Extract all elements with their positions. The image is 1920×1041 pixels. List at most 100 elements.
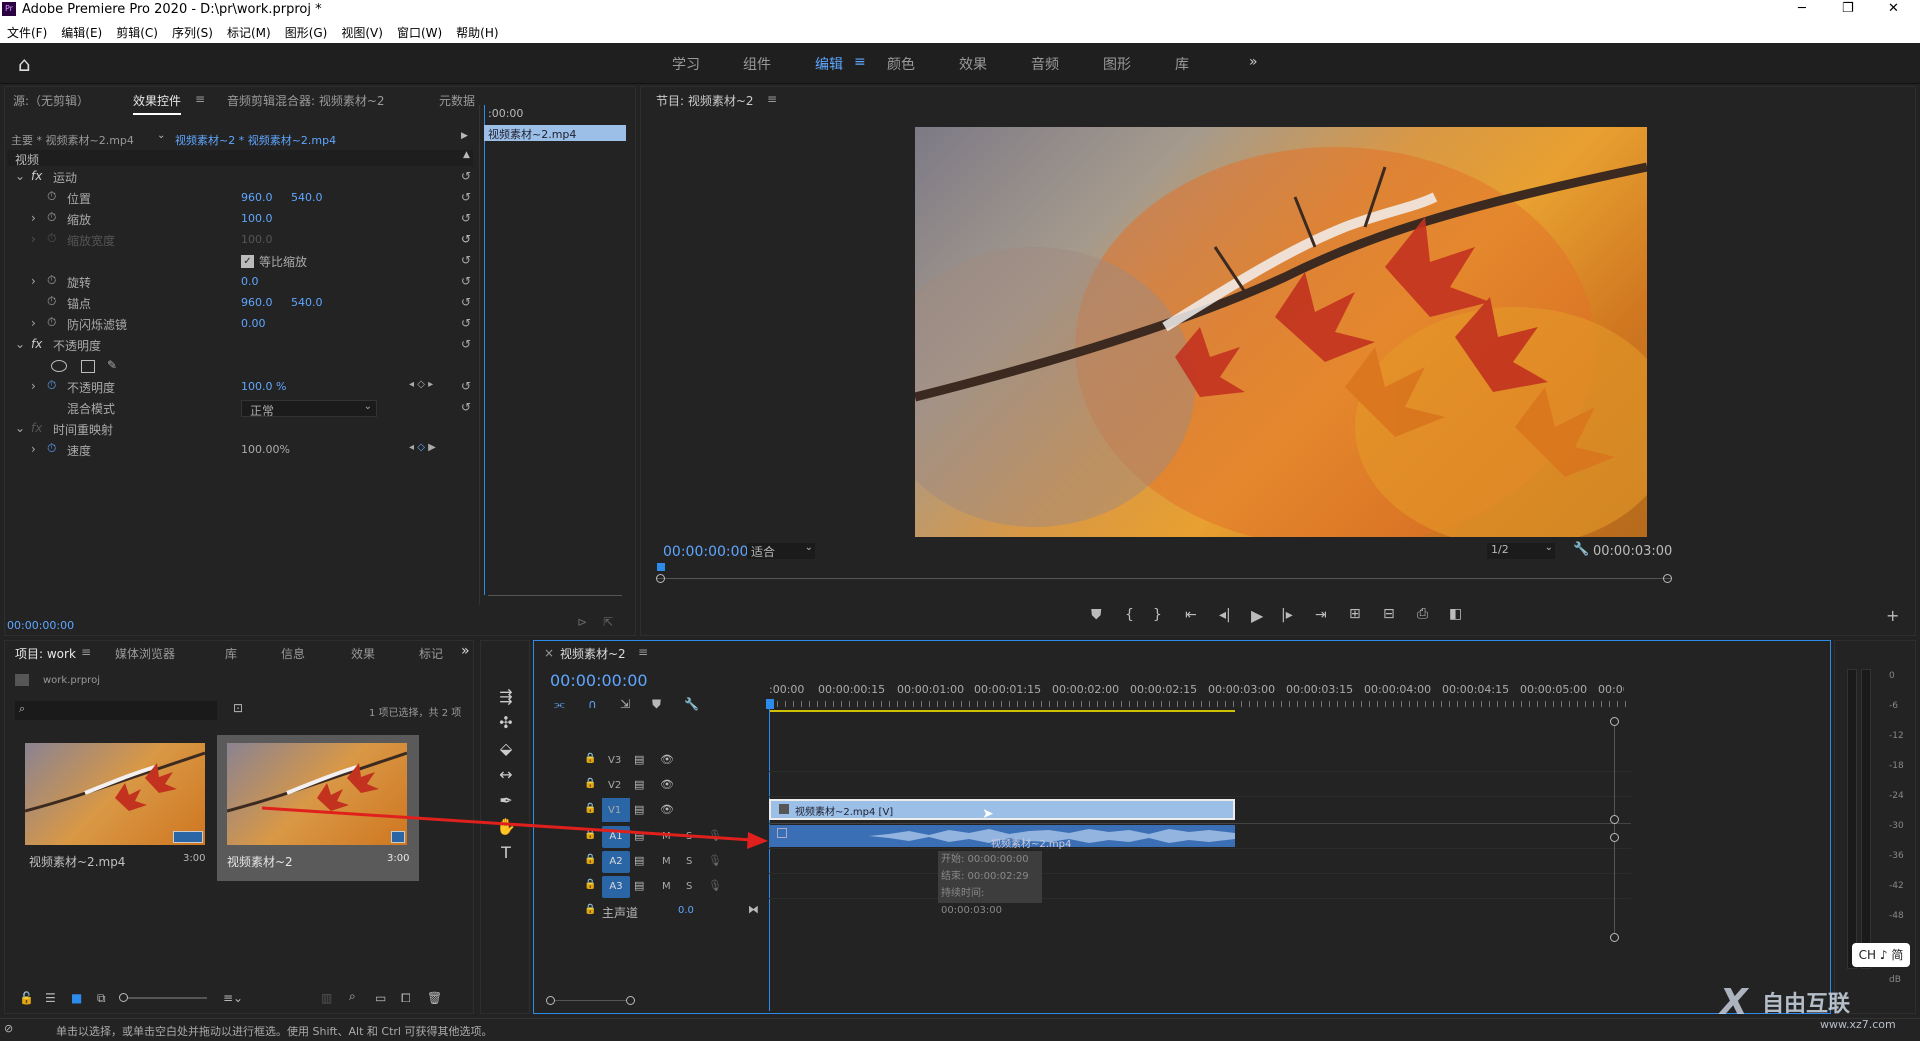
- work-area-bar[interactable]: [769, 710, 1235, 712]
- new-item-icon[interactable]: ⧠: [401, 991, 411, 1006]
- speed-value[interactable]: 100.00%: [241, 443, 290, 456]
- minimize-button[interactable]: ─: [1798, 1, 1806, 16]
- scale-value[interactable]: 100.0: [241, 212, 273, 225]
- stopwatch-icon[interactable]: ⏱: [47, 189, 56, 204]
- sync-lock-icon[interactable]: ▤: [634, 778, 644, 791]
- ripple-edit-tool-icon[interactable]: ✣: [494, 713, 518, 732]
- master-volume-value[interactable]: 0.0: [678, 905, 694, 916]
- vertical-scrollbar[interactable]: [1610, 717, 1619, 942]
- timeline-marker-icon[interactable]: ⛊: [652, 697, 661, 712]
- find-icon[interactable]: ⌕: [349, 989, 356, 1004]
- sync-lock-icon[interactable]: ▤: [634, 829, 644, 842]
- go-to-in-icon[interactable]: ⇤: [1185, 607, 1197, 623]
- collapse-icon[interactable]: ⌄: [15, 421, 25, 435]
- menu-edit[interactable]: 编辑(E): [54, 24, 109, 41]
- reset-icon[interactable]: ↺: [461, 211, 471, 225]
- solo-button[interactable]: S: [686, 856, 692, 867]
- workspace-tab-libraries[interactable]: 库: [1175, 54, 1189, 74]
- mute-button[interactable]: M: [662, 881, 671, 892]
- timeline-timecode[interactable]: 00:00:00:00: [550, 671, 648, 690]
- timeline-settings-icon[interactable]: 🔧: [684, 697, 699, 711]
- razor-tool-icon[interactable]: ⬙: [494, 739, 518, 758]
- mini-playhead[interactable]: [484, 105, 485, 595]
- lock-icon[interactable]: 🔒: [584, 904, 596, 915]
- timeline-menu-icon[interactable]: ≡: [638, 645, 648, 659]
- reset-icon[interactable]: ↺: [461, 379, 471, 393]
- effect-mini-timeline[interactable]: :00:00 视频素材~2.mp4: [479, 105, 633, 605]
- add-edit-icon[interactable]: ⇲: [620, 697, 630, 711]
- menu-sequence[interactable]: 序列(S): [165, 24, 220, 41]
- scroll-handle[interactable]: [626, 996, 635, 1005]
- time-remap-row[interactable]: ⌄ fx 时间重映射: [11, 421, 477, 441]
- workspace-tab-learn[interactable]: 学习: [672, 54, 700, 74]
- tab-metadata[interactable]: 元数据: [439, 92, 475, 109]
- eye-icon[interactable]: 👁: [660, 753, 674, 766]
- sort-icon[interactable]: ≡⌄: [223, 991, 243, 1005]
- project-item[interactable]: 视频素材~2.mp4 3:00: [19, 739, 211, 877]
- more-tabs-icon[interactable]: »: [461, 643, 470, 659]
- automate-icon[interactable]: ▥: [321, 991, 332, 1005]
- menu-help[interactable]: 帮助(H): [449, 24, 505, 41]
- menu-graphics[interactable]: 图形(G): [278, 24, 335, 41]
- track-label[interactable]: V2: [608, 780, 621, 791]
- export-icon[interactable]: ⇱: [603, 615, 613, 629]
- stopwatch-icon[interactable]: ⏱: [47, 315, 56, 330]
- fx-icon[interactable]: fx: [31, 169, 42, 183]
- scrub-end-handle[interactable]: [1663, 574, 1672, 583]
- go-to-out-icon[interactable]: ⇥: [1315, 607, 1327, 623]
- voiceover-mic-icon[interactable]: 🎙: [708, 829, 722, 842]
- opacity-value[interactable]: 100.0 %: [241, 380, 286, 393]
- workspace-tab-color[interactable]: 颜色: [887, 54, 915, 74]
- scroll-handle[interactable]: [1610, 815, 1619, 824]
- tab-markers[interactable]: 标记: [419, 645, 443, 662]
- solo-button[interactable]: S: [686, 831, 692, 842]
- maximize-button[interactable]: ❐: [1842, 1, 1854, 16]
- step-back-icon[interactable]: ◂|: [1219, 607, 1231, 623]
- tab-effect-controls-menu[interactable]: ≡: [195, 92, 205, 106]
- new-bin-icon[interactable]: ▭: [375, 991, 386, 1005]
- resolution-select[interactable]: 1/2 ⌄: [1487, 542, 1555, 559]
- tab-libraries[interactable]: 库: [225, 645, 237, 662]
- program-timecode[interactable]: 00:00:00:00: [663, 544, 748, 560]
- expand-icon[interactable]: ›: [31, 316, 36, 330]
- uniform-scale-checkbox[interactable]: ✓: [241, 255, 254, 268]
- pen-mask-icon[interactable]: ✎: [107, 358, 117, 372]
- voiceover-mic-icon[interactable]: 🎙: [708, 879, 722, 892]
- rotation-value[interactable]: 0.0: [241, 275, 259, 288]
- snap-icon[interactable]: ⫘: [554, 697, 565, 712]
- ellipse-mask-icon[interactable]: [51, 360, 67, 372]
- workspace-tab-effects[interactable]: 效果: [959, 54, 987, 74]
- close-button[interactable]: ✕: [1888, 1, 1899, 16]
- trash-icon[interactable]: 🗑: [427, 991, 442, 1005]
- anchor-x-value[interactable]: 960.0: [241, 296, 273, 309]
- project-item-selected[interactable]: 视频素材~2 3:00: [217, 735, 419, 881]
- workspace-more-icon[interactable]: »: [1249, 54, 1258, 70]
- timeline-title[interactable]: 视频素材~2: [560, 645, 626, 662]
- position-y-value[interactable]: 540.0: [291, 191, 323, 204]
- menu-clip[interactable]: 剪辑(C): [109, 24, 165, 41]
- home-icon[interactable]: ⌂: [18, 52, 31, 76]
- tab-effects[interactable]: 效果: [351, 645, 375, 662]
- sync-lock-icon[interactable]: ▤: [634, 879, 644, 892]
- position-x-value[interactable]: 960.0: [241, 191, 273, 204]
- program-menu-icon[interactable]: ≡: [767, 92, 777, 106]
- extract-icon[interactable]: ⊟: [1383, 606, 1395, 622]
- zoom-slider-handle[interactable]: [119, 993, 128, 1002]
- video-clip[interactable]: 视频素材~2.mp4 [V]: [769, 799, 1235, 820]
- workspace-menu-icon[interactable]: ≡: [854, 54, 866, 70]
- workspace-tab-graphics[interactable]: 图形: [1103, 54, 1131, 74]
- voiceover-mic-icon[interactable]: 🎙: [708, 854, 722, 867]
- blend-mode-select[interactable]: 正常 ⌄: [241, 400, 377, 418]
- mini-zoom-scrollbar[interactable]: [488, 595, 622, 596]
- anchor-y-value[interactable]: 540.0: [291, 296, 323, 309]
- lock-icon[interactable]: 🔒: [584, 829, 596, 840]
- mini-clip[interactable]: 视频素材~2.mp4: [484, 125, 626, 141]
- reset-icon[interactable]: ↺: [461, 316, 471, 330]
- add-marker-icon[interactable]: ⛊: [1091, 607, 1102, 623]
- filter-icon[interactable]: ⊳: [577, 615, 587, 629]
- keyframe-nav-icon[interactable]: ◂ ◇ ▶: [409, 442, 436, 453]
- scrub-start-handle[interactable]: [656, 574, 665, 583]
- stopwatch-icon[interactable]: ⏱: [47, 378, 56, 393]
- list-view-icon[interactable]: ☰: [45, 991, 56, 1005]
- reset-icon[interactable]: ↺: [461, 253, 471, 267]
